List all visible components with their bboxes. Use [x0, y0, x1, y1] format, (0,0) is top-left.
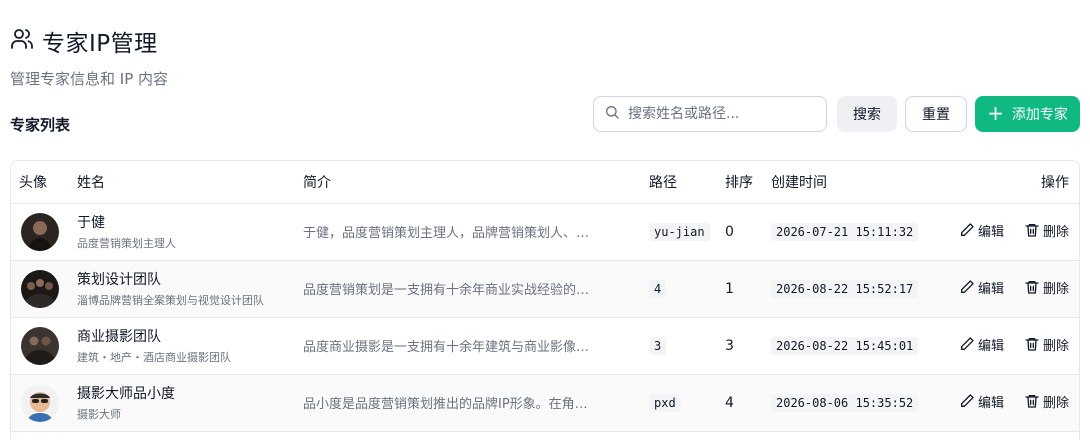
search-box[interactable]: [593, 96, 827, 132]
trash-icon: [1025, 395, 1039, 408]
expert-order: 4: [725, 394, 734, 411]
toolbar: 搜索 重置 + 添加专家: [593, 96, 1080, 132]
column-header-avatar: 头像: [11, 161, 77, 204]
expert-name: 商业摄影团队: [77, 329, 161, 345]
delete-button[interactable]: 删除: [1024, 335, 1069, 354]
pencil-icon: [960, 280, 974, 294]
search-input[interactable]: [628, 106, 808, 122]
edit-button[interactable]: 编辑: [959, 221, 1004, 240]
expert-order: 3: [725, 337, 734, 354]
column-header-order: 排序: [725, 161, 771, 204]
add-expert-label: 添加专家: [1011, 107, 1068, 123]
delete-label: 删除: [1042, 338, 1069, 354]
edit-button[interactable]: 编辑: [959, 392, 1004, 411]
expert-table: 头像 姓名 简介 路径 排序 创建时间 操作 于健 品度营销策划主理人 于健，品…: [10, 160, 1080, 440]
delete-button[interactable]: 删除: [1024, 221, 1069, 240]
expert-intro: 于健，品度营销策划主理人，品牌营销策划人、…: [303, 226, 590, 241]
expert-order: 0: [725, 223, 734, 240]
users-icon: [10, 27, 34, 55]
pencil-icon: [960, 394, 974, 408]
expert-title: 淄博品牌营销全案策划与视觉设计团队: [77, 294, 264, 307]
table-row: 商业摄影团队 建筑・地产・酒店商业摄影团队 品度商业摄影是一支拥有十余年建筑与商…: [11, 317, 1079, 375]
plus-icon: +: [987, 101, 1004, 125]
delete-button[interactable]: 删除: [1024, 392, 1069, 411]
page-title: 专家IP管理: [42, 31, 158, 57]
expert-title: 建筑・地产・酒店商业摄影团队: [77, 351, 231, 364]
table-row: 摄影大师品小度 摄影大师 品小度是品度营销策划推出的品牌IP形象。在角… pxd…: [11, 374, 1079, 432]
column-header-intro: 简介: [303, 161, 649, 204]
expert-name: 摄影大师品小度: [77, 386, 175, 402]
edit-label: 编辑: [977, 395, 1004, 411]
expert-created: 2026-07-21 15:11:32: [771, 222, 919, 241]
reset-button[interactable]: 重置: [905, 96, 967, 132]
search-icon: [604, 104, 620, 124]
edit-button[interactable]: 编辑: [959, 335, 1004, 354]
title-row: 专家IP管理: [10, 24, 168, 58]
table-row: 于健 品度营销策划主理人 于健，品度营销策划主理人，品牌营销策划人、… yu-j…: [11, 203, 1079, 261]
edit-label: 编辑: [977, 224, 1004, 240]
expert-path: 3: [649, 336, 667, 355]
column-header-path: 路径: [649, 161, 725, 204]
add-expert-button[interactable]: + 添加专家: [975, 96, 1080, 132]
avatar: [21, 326, 59, 365]
delete-label: 删除: [1042, 224, 1069, 240]
column-header-actions: 操作: [935, 161, 1079, 204]
trash-icon: [1025, 338, 1039, 351]
edit-button[interactable]: 编辑: [959, 278, 1004, 297]
edit-label: 编辑: [977, 338, 1004, 354]
page-header: 专家IP管理 管理专家信息和 IP 内容: [10, 24, 168, 89]
expert-title: 摄影大师: [77, 408, 121, 421]
search-button[interactable]: 搜索: [837, 96, 897, 132]
expert-intro: 品小度是品度营销策划推出的品牌IP形象。在角…: [303, 397, 588, 412]
pencil-icon: [960, 337, 974, 351]
delete-label: 删除: [1042, 395, 1069, 411]
trash-icon: [1025, 281, 1039, 294]
expert-intro: 品度营销策划是一支拥有十余年商业实战经验的…: [303, 283, 590, 298]
expert-order: 1: [725, 280, 734, 297]
expert-created: 2026-08-22 15:45:01: [771, 336, 919, 355]
expert-path: yu-jian: [649, 222, 710, 241]
expert-title: 品度营销策划主理人: [77, 237, 176, 250]
expert-name: 于健: [77, 215, 105, 231]
delete-label: 删除: [1042, 281, 1069, 297]
avatar: [21, 383, 59, 422]
expert-intro: 品度商业摄影是一支拥有十余年建筑与商业影像…: [303, 340, 590, 355]
expert-name: 策划设计团队: [77, 272, 161, 288]
expert-created: 2026-08-06 15:35:52: [771, 393, 919, 412]
edit-label: 编辑: [977, 281, 1004, 297]
section-title: 专家列表: [10, 116, 71, 134]
avatar: [21, 269, 59, 308]
pencil-icon: [960, 223, 974, 237]
table-row: 策划设计团队 淄博品牌营销全案策划与视觉设计团队 品度营销策划是一支拥有十余年商…: [11, 260, 1079, 318]
page-subtitle: 管理专家信息和 IP 内容: [10, 70, 169, 88]
column-header-created: 创建时间: [771, 161, 935, 204]
expert-created: 2026-08-22 15:52:17: [771, 279, 919, 298]
avatar: [21, 212, 59, 251]
expert-path: 4: [649, 279, 667, 298]
table-header-row: 头像 姓名 简介 路径 排序 创建时间 操作: [11, 161, 1079, 204]
column-header-name: 姓名: [77, 161, 303, 204]
delete-button[interactable]: 删除: [1024, 278, 1069, 297]
expert-path: pxd: [649, 393, 681, 412]
trash-icon: [1025, 224, 1039, 237]
